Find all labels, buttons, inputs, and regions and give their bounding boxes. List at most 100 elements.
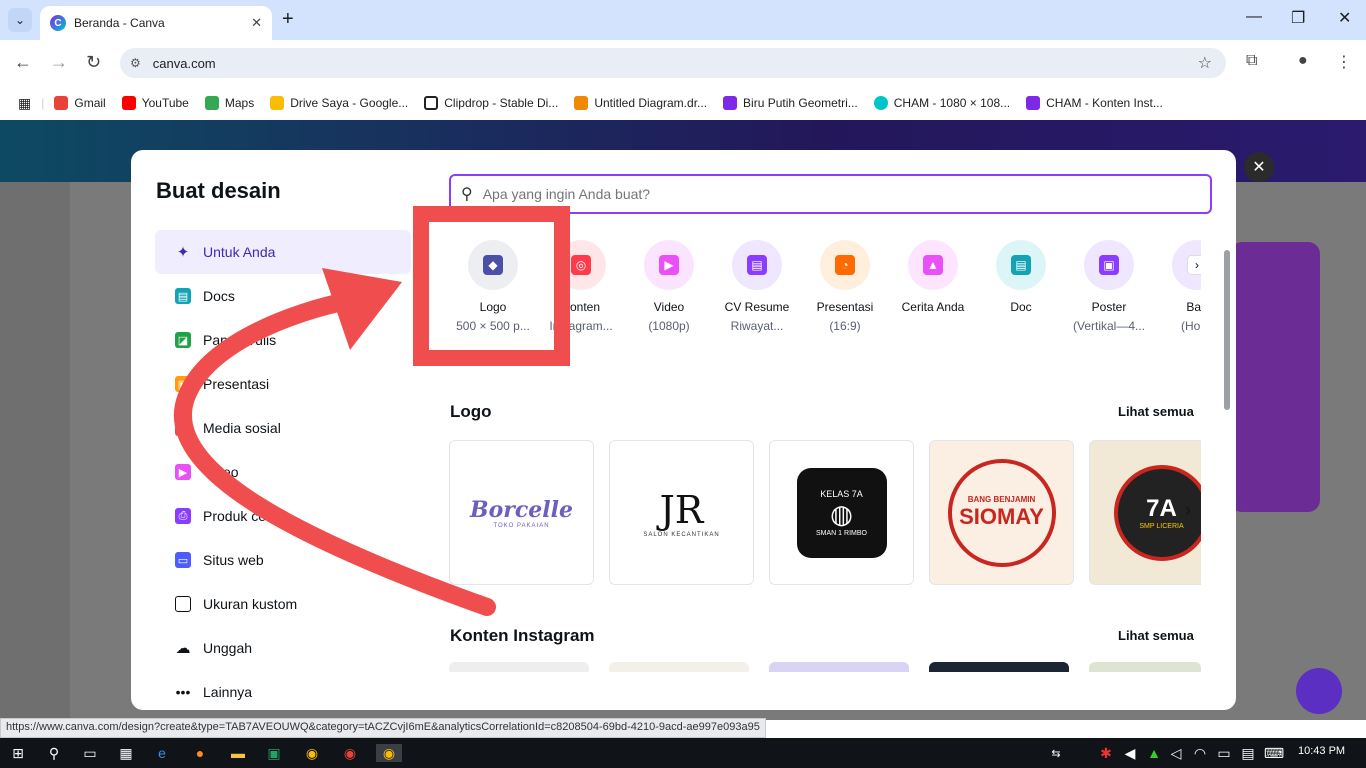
bookmark-item[interactable]: Drive Saya - Google... bbox=[270, 96, 408, 110]
bookmark-item[interactable]: Maps bbox=[204, 96, 254, 110]
profile-avatar[interactable]: ● bbox=[1298, 52, 1308, 70]
logo-card-siomay[interactable]: BANG BENJAMIN SIOMAY bbox=[929, 440, 1074, 585]
canva-favicon-icon: C bbox=[50, 15, 66, 31]
highlight-box bbox=[413, 206, 570, 366]
excel-icon[interactable]: ▣ bbox=[264, 744, 284, 762]
close-window-icon[interactable]: ✕ bbox=[1338, 8, 1351, 28]
menu-item-media-sosial[interactable]: ♥ Media sosial bbox=[155, 406, 411, 450]
tab-search-icon[interactable]: ⌄ bbox=[8, 8, 32, 32]
reload-icon[interactable]: ↻ bbox=[86, 52, 101, 73]
bookmark-item[interactable]: Gmail bbox=[54, 96, 106, 110]
instagram-card[interactable] bbox=[1089, 662, 1201, 672]
more-icon: ••• bbox=[175, 684, 191, 700]
bookmark-item[interactable]: CHAM - 1080 × 108... bbox=[873, 96, 1010, 110]
website-icon: ▭ bbox=[175, 552, 191, 568]
close-modal-button[interactable]: ✕ bbox=[1244, 152, 1274, 182]
category-menu: ✦ Untuk Anda ▤ Docs ◪ Papan Tulis ▣ Pres… bbox=[155, 230, 411, 710]
modal-scrollbar[interactable] bbox=[1224, 242, 1230, 662]
logo-card-kelas-7a[interactable]: KELAS 7A ◍ SMAN 1 RIMBO bbox=[769, 440, 914, 585]
store-icon[interactable]: ▦ bbox=[116, 744, 136, 762]
instagram-card[interactable] bbox=[929, 662, 1069, 672]
menu-item-presentasi[interactable]: ▣ Presentasi bbox=[155, 362, 411, 406]
instagram-card[interactable] bbox=[449, 662, 589, 672]
apps-grid-icon[interactable]: ▦ bbox=[18, 95, 31, 112]
bookmark-item[interactable]: Biru Putih Geometri... bbox=[723, 96, 858, 110]
taskbar-clock[interactable]: 10:43 PM bbox=[1298, 745, 1345, 757]
menu-item-untuk-anda[interactable]: ✦ Untuk Anda bbox=[155, 230, 411, 274]
globe-icon: ◍ bbox=[830, 498, 853, 529]
design-type-doc[interactable]: ▤ Doc bbox=[977, 240, 1065, 319]
help-button[interactable] bbox=[1296, 668, 1342, 714]
menu-item-produk-cetak[interactable]: ⎙ Produk cetak bbox=[155, 494, 411, 538]
see-all-instagram-link[interactable]: Lihat semua bbox=[1118, 628, 1194, 643]
bookmark-item[interactable]: Clipdrop - Stable Di... bbox=[424, 96, 558, 110]
new-tab-button[interactable]: + bbox=[282, 8, 294, 31]
design-type-video[interactable]: ▶ Video (1080p) bbox=[625, 240, 713, 333]
search-input[interactable] bbox=[482, 186, 1163, 202]
task-view-icon[interactable]: ▭ bbox=[80, 744, 100, 762]
bookmark-item[interactable]: Untitled Diagram.dr... bbox=[574, 96, 707, 110]
design-type-cerita[interactable]: ▲ Cerita Anda bbox=[889, 240, 977, 319]
whiteboard-icon: ◪ bbox=[175, 332, 191, 348]
design-type-presentasi[interactable]: ◔ Presentasi (16:9) bbox=[801, 240, 889, 333]
chrome-active-icon[interactable]: ◉ bbox=[376, 744, 402, 762]
tab-strip: ⌄ C Beranda - Canva ✕ + — ❐ ✕ bbox=[0, 0, 1366, 40]
design-type-banner[interactable]: › Ban (Horiz bbox=[1153, 240, 1201, 333]
gmail-icon bbox=[54, 96, 69, 110]
menu-item-lainnya[interactable]: ••• Lainnya bbox=[155, 670, 411, 710]
scrollbar-thumb[interactable] bbox=[1224, 250, 1230, 410]
instagram-card[interactable] bbox=[609, 662, 749, 672]
menu-item-ukuran-kustom[interactable]: Ukuran kustom bbox=[155, 582, 411, 626]
bookmark-star-icon[interactable]: ☆ bbox=[1198, 53, 1212, 73]
see-all-logo-link[interactable]: Lihat semua bbox=[1118, 404, 1194, 419]
keyboard-icon[interactable]: ⌨ bbox=[1264, 744, 1284, 762]
menu-item-papan-tulis[interactable]: ◪ Papan Tulis bbox=[155, 318, 411, 362]
bookmark-item[interactable]: YouTube bbox=[121, 96, 189, 110]
logo-card-borcelle[interactable]: Borcelle TOKO PAKAIAN bbox=[449, 440, 594, 585]
chrome-icon[interactable]: ◉ bbox=[302, 744, 322, 762]
tray-app-icon[interactable]: ✱ bbox=[1096, 744, 1116, 762]
menu-item-video[interactable]: ▶ Video bbox=[155, 450, 411, 494]
carousel-next-icon[interactable]: › bbox=[1185, 500, 1201, 526]
address-url: canva.com bbox=[152, 55, 216, 71]
file-explorer-icon[interactable]: ▬ bbox=[228, 744, 248, 762]
extensions-icon[interactable]: ⧉ bbox=[1246, 52, 1257, 70]
instagram-card[interactable] bbox=[769, 662, 909, 672]
bookmarks-bar: ▦ | Gmail YouTube Maps Drive Saya - Goog… bbox=[0, 86, 1366, 120]
forward-icon[interactable]: → bbox=[50, 52, 68, 73]
tab-close-icon[interactable]: ✕ bbox=[251, 15, 262, 31]
maps-icon bbox=[204, 96, 219, 110]
tab-active[interactable]: C Beranda - Canva ✕ bbox=[40, 6, 272, 40]
site-info-icon[interactable]: ⚙ bbox=[130, 56, 141, 70]
menu-item-unggah[interactable]: ☁ Unggah bbox=[155, 626, 411, 670]
search-icon[interactable]: ⚲ bbox=[44, 744, 64, 762]
edge-icon[interactable]: e bbox=[152, 744, 172, 762]
docs-icon: ▤ bbox=[175, 288, 191, 304]
battery-icon[interactable]: ▭ bbox=[1214, 744, 1234, 762]
windows-taskbar: ⊞ ⚲ ▭ ▦ e ● ▬ ▣ ◉ ◉ ◉ ⇆ ✱ ◀ ▲ ◁ ◠ ▭ ▤ ⌨ … bbox=[0, 738, 1366, 768]
windows-start-icon[interactable]: ⊞ bbox=[8, 744, 28, 762]
tray-app-icon[interactable]: ▲ bbox=[1144, 744, 1164, 762]
menu-item-docs[interactable]: ▤ Docs bbox=[155, 274, 411, 318]
restore-icon[interactable]: ❐ bbox=[1291, 8, 1305, 28]
chevron-right-icon[interactable]: › bbox=[1172, 240, 1201, 290]
minimize-icon[interactable]: — bbox=[1246, 8, 1262, 26]
address-bar[interactable]: ⚙ canva.com ☆ bbox=[120, 48, 1226, 78]
wifi-icon[interactable]: ◠ bbox=[1190, 744, 1210, 762]
bookmark-item[interactable]: CHAM - Konten Inst... bbox=[1026, 96, 1163, 110]
back-icon[interactable]: ← bbox=[14, 52, 32, 73]
firefox-icon[interactable]: ● bbox=[190, 744, 210, 762]
design-type-poster[interactable]: ▣ Poster (Vertikal—4... bbox=[1065, 240, 1153, 333]
menu-kebab-icon[interactable]: ⋮ bbox=[1336, 52, 1352, 72]
logo-card-jr[interactable]: JR SALON KECANTIKAN bbox=[609, 440, 754, 585]
section-title-logo: Logo bbox=[450, 402, 492, 421]
speaker-icon[interactable]: ◀ bbox=[1120, 744, 1140, 762]
tray-icons[interactable]: ⇆ bbox=[1046, 744, 1066, 762]
design-type-cv[interactable]: ▤ CV Resume Riwayat... bbox=[713, 240, 801, 333]
section-title-konten-instagram: Konten Instagram bbox=[450, 626, 595, 645]
presentation-icon: ◔ bbox=[820, 240, 870, 290]
chrome-icon[interactable]: ◉ bbox=[340, 744, 360, 762]
notifications-icon[interactable]: ▤ bbox=[1238, 744, 1258, 762]
volume-icon[interactable]: ◁ bbox=[1166, 744, 1186, 762]
menu-item-situs-web[interactable]: ▭ Situs web bbox=[155, 538, 411, 582]
